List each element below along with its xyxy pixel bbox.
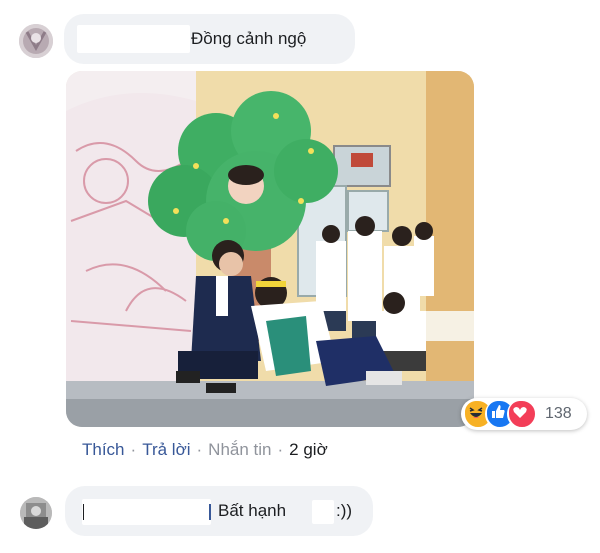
photo-scene xyxy=(66,71,474,427)
comment-photo[interactable] xyxy=(66,71,474,427)
hidden-word xyxy=(312,500,334,524)
commenter-avatar-1[interactable] xyxy=(19,24,53,58)
commenter-avatar-2[interactable] xyxy=(20,497,52,529)
message-link[interactable]: Nhắn tin xyxy=(208,440,271,460)
reactions-summary[interactable]: 138 xyxy=(461,398,587,430)
timestamp[interactable]: 2 giờ xyxy=(289,440,328,460)
commenter-name-hidden[interactable] xyxy=(82,499,211,525)
reply-link[interactable]: Trả lời xyxy=(142,440,190,460)
comment-actions: Thích · Trả lời · Nhắn tin · 2 giờ xyxy=(82,438,328,462)
comment-bubble-1: Đồng cảnh ngộ xyxy=(64,14,355,64)
comment-text-2: Bất hạnh xyxy=(218,501,287,520)
separator: · xyxy=(277,440,284,459)
reaction-count: 138 xyxy=(545,405,572,422)
separator: · xyxy=(196,440,203,459)
comment-bubble-2: Bất hạnh :)) xyxy=(65,486,373,536)
love-icon xyxy=(507,399,537,429)
comment-text-1: Đồng cảnh ngộ xyxy=(191,29,307,48)
separator: · xyxy=(130,440,137,459)
commenter-name-hidden[interactable] xyxy=(77,25,190,53)
like-link[interactable]: Thích xyxy=(82,440,125,460)
comment-text-2-suffix: :)) xyxy=(336,501,353,520)
